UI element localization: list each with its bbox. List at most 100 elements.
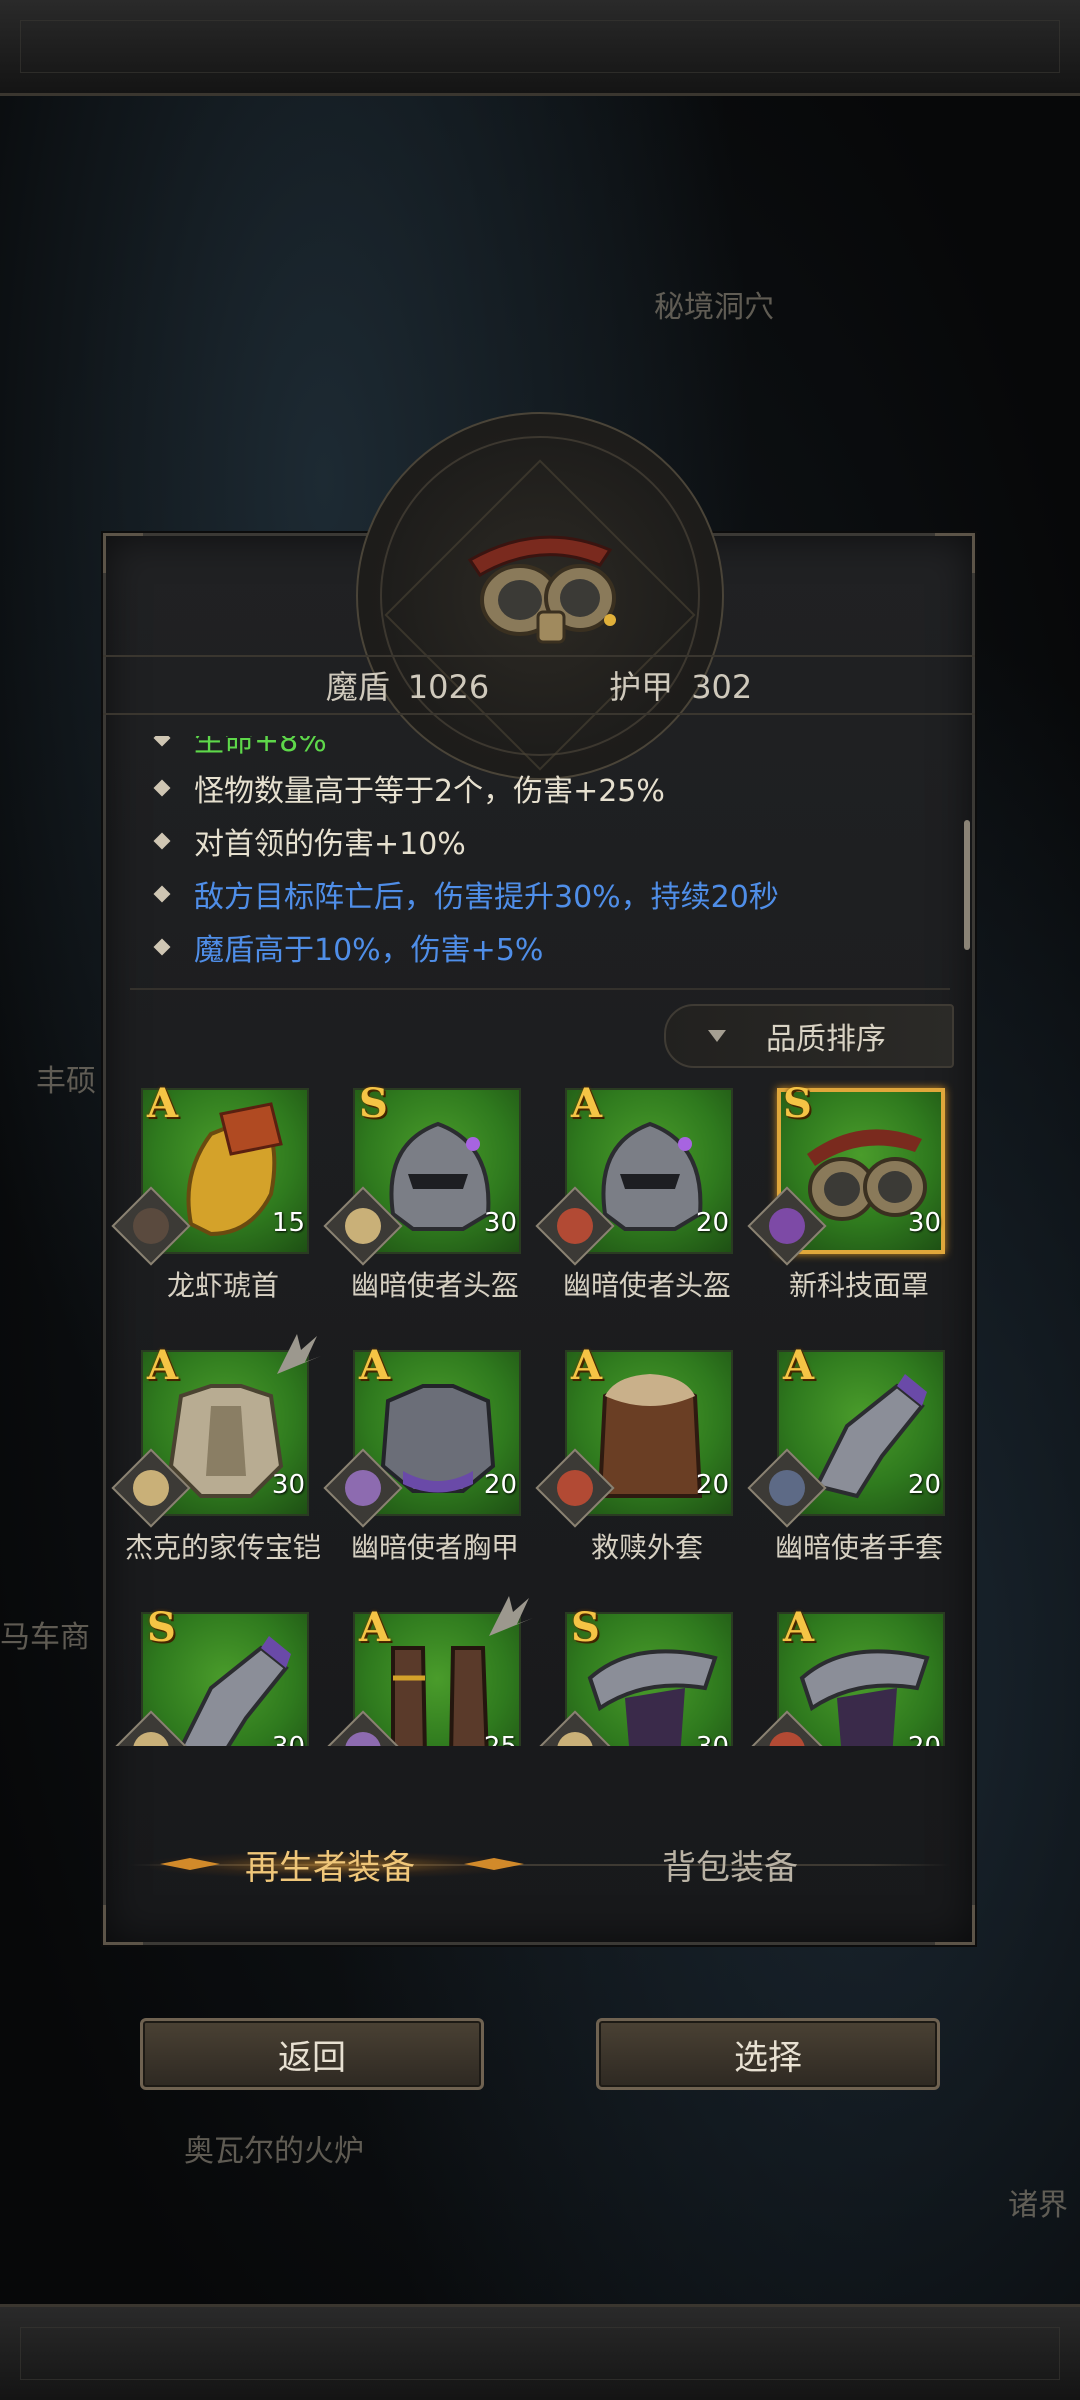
equipment-slot[interactable]: S 30 新科技面罩 xyxy=(739,1080,951,1320)
item-level: 30 xyxy=(907,1208,941,1238)
map-label-bottom-right: 诸界 xyxy=(1008,2188,1068,2223)
grade-badge: A xyxy=(571,1080,603,1127)
equipment-slot[interactable]: A 20 幽暗使者手套 xyxy=(739,1342,951,1582)
grade-badge: A xyxy=(147,1080,179,1127)
affix-text: 对首领的伤害+10% xyxy=(194,827,466,862)
grade-badge: A xyxy=(147,1342,179,1389)
panel-corner xyxy=(935,533,975,573)
divider xyxy=(130,988,950,990)
affix-item: 对首领的伤害+10% xyxy=(140,821,466,862)
tab-regenerator-equipment[interactable]: 再生者装备 xyxy=(140,1836,520,1892)
affix-item: 魔盾高于10%，伤害+5% xyxy=(140,927,544,968)
item-level: 30 xyxy=(271,1470,305,1500)
bullet-icon xyxy=(153,779,171,797)
mask-icon xyxy=(467,535,616,644)
item-level: 20 xyxy=(483,1470,517,1500)
equipment-slot[interactable]: A 20 救赎外套 xyxy=(527,1342,739,1582)
stats-row: 魔盾 1026 护甲 302 xyxy=(103,655,975,715)
grade-badge: A xyxy=(359,1604,391,1651)
item-name: 杰克的家传宝铠 xyxy=(124,1531,321,1564)
grade-badge: A xyxy=(783,1342,815,1389)
magic-shield-stat: 魔盾 1026 xyxy=(326,662,489,708)
hero-face-icon xyxy=(769,1208,805,1244)
item-level: 30 xyxy=(677,1732,729,1746)
equipment-slot[interactable]: S 30 xyxy=(527,1604,739,1746)
hero-face-icon xyxy=(345,1470,381,1506)
item-name: 幽暗使者头盔 xyxy=(350,1269,519,1302)
equipment-slot[interactable]: A 20 幽暗使者头盔 xyxy=(527,1080,739,1320)
item-level: 20 xyxy=(695,1208,729,1238)
map-label-left-1: 丰硕 xyxy=(36,1064,96,1099)
item-level: 15 xyxy=(271,1208,305,1238)
quality-sort-button[interactable]: 品质排序 xyxy=(664,1004,954,1068)
grade-badge: S xyxy=(571,1604,600,1651)
back-button[interactable]: 返回 xyxy=(140,2018,484,2090)
hero-face-icon xyxy=(133,1732,169,1746)
map-label-bottom: 奥瓦尔的火炉 xyxy=(184,2134,364,2169)
equipment-slot[interactable]: S 30 xyxy=(103,1604,315,1746)
item-level: 20 xyxy=(889,1732,941,1746)
magic-shield-value: 1026 xyxy=(407,668,490,706)
item-name: 幽暗使者手套 xyxy=(774,1531,943,1564)
item-level: 20 xyxy=(695,1470,729,1500)
equipment-slot[interactable]: A 20 xyxy=(739,1604,951,1746)
armor-label: 护甲 xyxy=(609,668,674,706)
affix-item: 生命+8% xyxy=(140,736,327,759)
item-name: 新科技面罩 xyxy=(788,1269,929,1302)
equipment-slot[interactable]: A 20 幽暗使者胸甲 xyxy=(315,1342,527,1582)
magic-shield-label: 魔盾 xyxy=(325,668,390,706)
item-name: 龙虾琥首 xyxy=(166,1269,279,1302)
armor-value: 302 xyxy=(691,668,753,706)
equipment-slot[interactable]: A 30 杰克的家传宝铠 xyxy=(103,1334,321,1582)
equipment-slot[interactable]: A 15 龙虾琥首 xyxy=(103,1080,315,1320)
grade-badge: A xyxy=(783,1604,815,1651)
equipment-slot[interactable]: A 25 xyxy=(315,1596,533,1746)
bullet-icon xyxy=(153,832,171,850)
panel-corner xyxy=(103,1905,143,1945)
bullet-icon xyxy=(153,736,171,747)
hero-face-icon xyxy=(557,1732,593,1746)
item-level: 25 xyxy=(465,1732,517,1746)
item-name: 幽暗使者胸甲 xyxy=(350,1531,519,1564)
map-label-left-2: 马车商 xyxy=(0,1620,90,1655)
bullet-icon xyxy=(153,885,171,903)
hero-face-icon xyxy=(769,1732,805,1746)
grade-badge: S xyxy=(359,1080,388,1127)
panel-corner xyxy=(103,533,143,573)
affix-list[interactable]: 生命+8% 怪物数量高于等于2个，伤害+25% 对首领的伤害+10% 敌方目标阵… xyxy=(140,736,940,968)
hero-face-icon xyxy=(557,1470,593,1506)
affix-text: 敌方目标阵亡后，伤害提升30%，持续20秒 xyxy=(194,880,779,915)
top-frame xyxy=(0,0,1080,96)
hero-face-icon xyxy=(345,1732,381,1746)
hero-face-icon xyxy=(557,1208,593,1244)
armor-stat: 护甲 302 xyxy=(609,662,752,708)
panel-corner xyxy=(935,1905,975,1945)
item-name: 幽暗使者头盔 xyxy=(562,1269,731,1302)
item-level: 30 xyxy=(253,1732,305,1746)
affix-text: 生命+8% xyxy=(194,736,327,759)
affix-text: 怪物数量高于等于2个，伤害+25% xyxy=(194,774,665,809)
affix-item: 怪物数量高于等于2个，伤害+25% xyxy=(140,768,665,809)
equipment-slot[interactable]: S 30 幽暗使者头盔 xyxy=(315,1080,527,1320)
map-label-secret-cave: 秘境洞穴 xyxy=(654,290,774,325)
item-name: 救赎外套 xyxy=(590,1531,703,1564)
item-level: 30 xyxy=(483,1208,517,1238)
grade-badge: S xyxy=(147,1604,176,1651)
equipment-grid[interactable]: A 15 龙虾琥首 S 30 幽暗使者头盔 A 20 幽暗使者头盔 S 30 新科技面罩 A 30 杰克的家… xyxy=(103,1080,975,1746)
hero-face-icon xyxy=(769,1470,805,1506)
bullet-icon xyxy=(153,938,171,956)
hero-face-icon xyxy=(133,1208,169,1244)
hero-face-icon xyxy=(133,1470,169,1506)
grade-badge: A xyxy=(571,1342,603,1389)
affix-scrollbar[interactable] xyxy=(964,820,970,950)
affix-text: 魔盾高于10%，伤害+5% xyxy=(194,933,544,968)
hero-face-icon xyxy=(345,1208,381,1244)
affix-item: 敌方目标阵亡后，伤害提升30%，持续20秒 xyxy=(140,874,779,915)
grade-badge: S xyxy=(783,1080,812,1127)
bottom-frame xyxy=(0,2304,1080,2400)
grade-badge: A xyxy=(359,1342,391,1389)
tab-backpack-equipment[interactable]: 背包装备 xyxy=(600,1836,860,1892)
item-level: 20 xyxy=(907,1470,941,1500)
select-button[interactable]: 选择 xyxy=(596,2018,940,2090)
caret-down-icon xyxy=(708,1030,726,1042)
